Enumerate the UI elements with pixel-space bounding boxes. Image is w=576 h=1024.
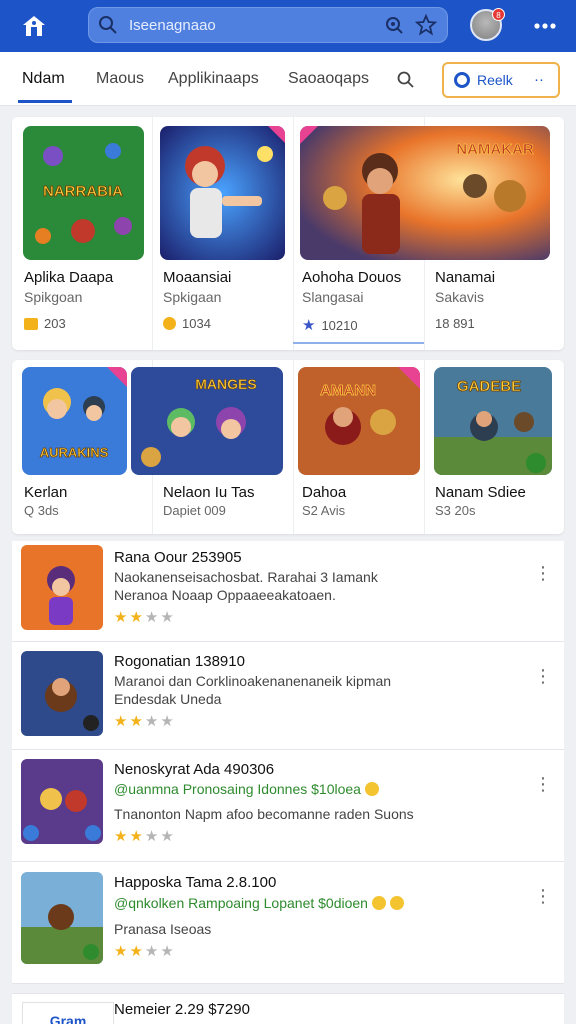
list-item-desc: Maranoi dan Corklinoakenanenaneik kipman [114,673,392,689]
game-thumbnail[interactable]: AMANN [298,367,420,475]
top-app-bar: Iseenagnaao 8 [0,0,576,52]
circle-icon [454,72,470,88]
list-item-desc: Pranasa Iseoas [114,921,212,937]
rating-icon [24,317,38,330]
game-card[interactable]: Moaansiai Spkigaan 1034 [152,117,293,350]
game-subtitle: S3 20s [435,503,476,518]
list-item[interactable]: Happoska Tama 2.8.100 @qnkolken Rampoain… [12,862,564,984]
game-thumbnail[interactable]: AURAKINS [22,367,127,475]
star-rating: ★★★★ [114,828,176,845]
search-input[interactable]: Iseenagnaao [129,17,216,34]
game-thumbnail[interactable]: NARRABIA [23,126,144,260]
active-tab-indicator [18,100,72,103]
emoji-icon [371,896,386,910]
star-rating: ★★★★ [114,713,176,730]
list-item-desc: Tnanonton Napm afoo becomanne raden Suon… [114,806,414,822]
game-card[interactable]: MANGES Nelaon Iu Tas Dapiet 009 [131,360,293,534]
game-subtitle: Spikgoan [24,289,83,305]
list-item-title: Rogonatian 138910 [114,653,245,670]
thumbnail-title: GADEBE [457,378,521,395]
more-options-icon[interactable]: ⋮ [534,886,552,906]
avatar[interactable]: 8 [470,8,505,41]
list-item-desc: @qnkolken Rampoaing Lopanet $0dioen [114,895,404,911]
emoji-icon [364,782,379,796]
selected-indicator [293,342,424,344]
app-logo: Gram [22,1002,114,1024]
emoji-icon [389,896,404,910]
search-icon[interactable] [396,70,418,90]
game-thumbnail[interactable] [21,759,103,844]
tab-0[interactable]: Ndam [22,70,65,88]
featured-grid: NARRABIA Aplika Daapa Spikgoan 203 Moaan… [12,117,564,350]
game-card[interactable]: NARRABIA Aplika Daapa Spikgoan 203 [12,117,152,350]
game-card[interactable]: Nanamai Sakavis 18 891 [424,117,564,350]
list-item-desc: Endesdak Uneda [114,691,222,707]
game-title: Nanamai [435,269,496,286]
game-meta: 10210 [321,317,358,333]
star-rating: ★★★★ [114,609,176,626]
thumbnail-title: AMANN [320,382,376,399]
thumbnail-title: NARRABIA [43,183,123,200]
list-item[interactable]: Gram Nemeier 2.29 $7290 [12,993,564,1024]
list-item-title: Nenoskyrat Ada 490306 [114,761,275,778]
game-card[interactable]: AMANN Dahoa S2 Avis [293,360,424,534]
search-bar[interactable]: Iseenagnaao [88,7,448,43]
game-subtitle: Q 3ds [24,503,59,518]
search-icon [99,16,117,34]
filter-button-dash: ·· [534,71,544,88]
tab-3[interactable]: Saoaoqaps [288,70,369,88]
more-options-icon[interactable]: ⋮ [534,563,552,583]
lens-icon[interactable] [383,14,405,36]
game-title: Moaansiai [163,269,232,286]
game-title: Dahoa [302,484,347,501]
game-thumbnail[interactable]: MANGES [131,367,283,475]
game-title: Nelaon Iu Tas [163,484,255,501]
game-card[interactable]: Aohoha Douos Slangasai ★ 10210 [293,117,424,350]
thumbnail-title: MANGES [195,376,256,392]
game-title: Aplika Daapa [24,269,114,286]
star-icon: ★ [302,317,316,334]
list-item-title: Rana Oour 253905 [114,549,242,566]
game-thumbnail[interactable] [21,651,103,736]
game-thumbnail[interactable]: GADEBE [434,367,552,475]
game-thumbnail[interactable] [160,126,285,260]
game-title: Kerlan [24,484,68,501]
thumbs-up-icon [163,317,176,330]
game-subtitle: Slangasai [302,289,364,305]
game-thumbnail[interactable] [21,545,103,630]
list-item-desc: @uanmna Pronosaing Idonnes $10loea [114,781,379,797]
more-icon[interactable] [530,14,560,38]
list-item-title: Happoska Tama 2.8.100 [114,874,277,891]
list-item-desc: Neranoa Noaap Oppaaeeakatoaen. [114,587,336,603]
list-item[interactable]: Rana Oour 253905 Naokanenseisachosbat. R… [12,541,564,642]
game-title: Aohoha Douos [302,269,402,286]
more-options-icon[interactable]: ⋮ [534,666,552,686]
bookmark-star-icon[interactable] [415,14,437,36]
list-item-desc: Naokanenseisachosbat. Rarahai 3 Iamank [114,569,378,585]
game-subtitle: S2 Avis [302,503,346,518]
list-item[interactable]: Nenoskyrat Ada 490306 @uanmna Pronosaing… [12,750,564,862]
games-grid: AURAKINS Kerlan Q 3ds MANGES Nelaon Iu T… [12,360,564,534]
game-title: Nanam Sdiee [435,484,526,501]
notification-badge: 8 [492,8,505,21]
thumbnail-title: AURAKINS [40,445,109,460]
game-card[interactable]: GADEBE Nanam Sdiee S3 20s [424,360,564,534]
game-thumbnail[interactable] [21,872,103,964]
game-subtitle: Sakavis [435,289,485,305]
game-meta: 1034 [182,316,211,331]
list-item-title: Nemeier 2.29 $7290 [114,1001,250,1018]
filter-button[interactable]: Reelk ·· [442,62,560,98]
game-meta: 203 [44,316,66,331]
tab-1[interactable]: Maous [96,70,144,88]
more-options-icon[interactable]: ⋮ [534,774,552,794]
list-item[interactable]: Rogonatian 138910 Maranoi dan Corklinoak… [12,642,564,750]
game-subtitle: Dapiet 009 [163,503,226,518]
home-icon[interactable] [18,10,50,42]
game-subtitle: Spkigaan [163,289,222,305]
game-meta: 18 891 [435,316,475,331]
tab-2[interactable]: Applikinaaps [168,70,259,88]
filter-button-label: Reelk [477,72,513,88]
star-rating: ★★★★ [114,943,176,960]
